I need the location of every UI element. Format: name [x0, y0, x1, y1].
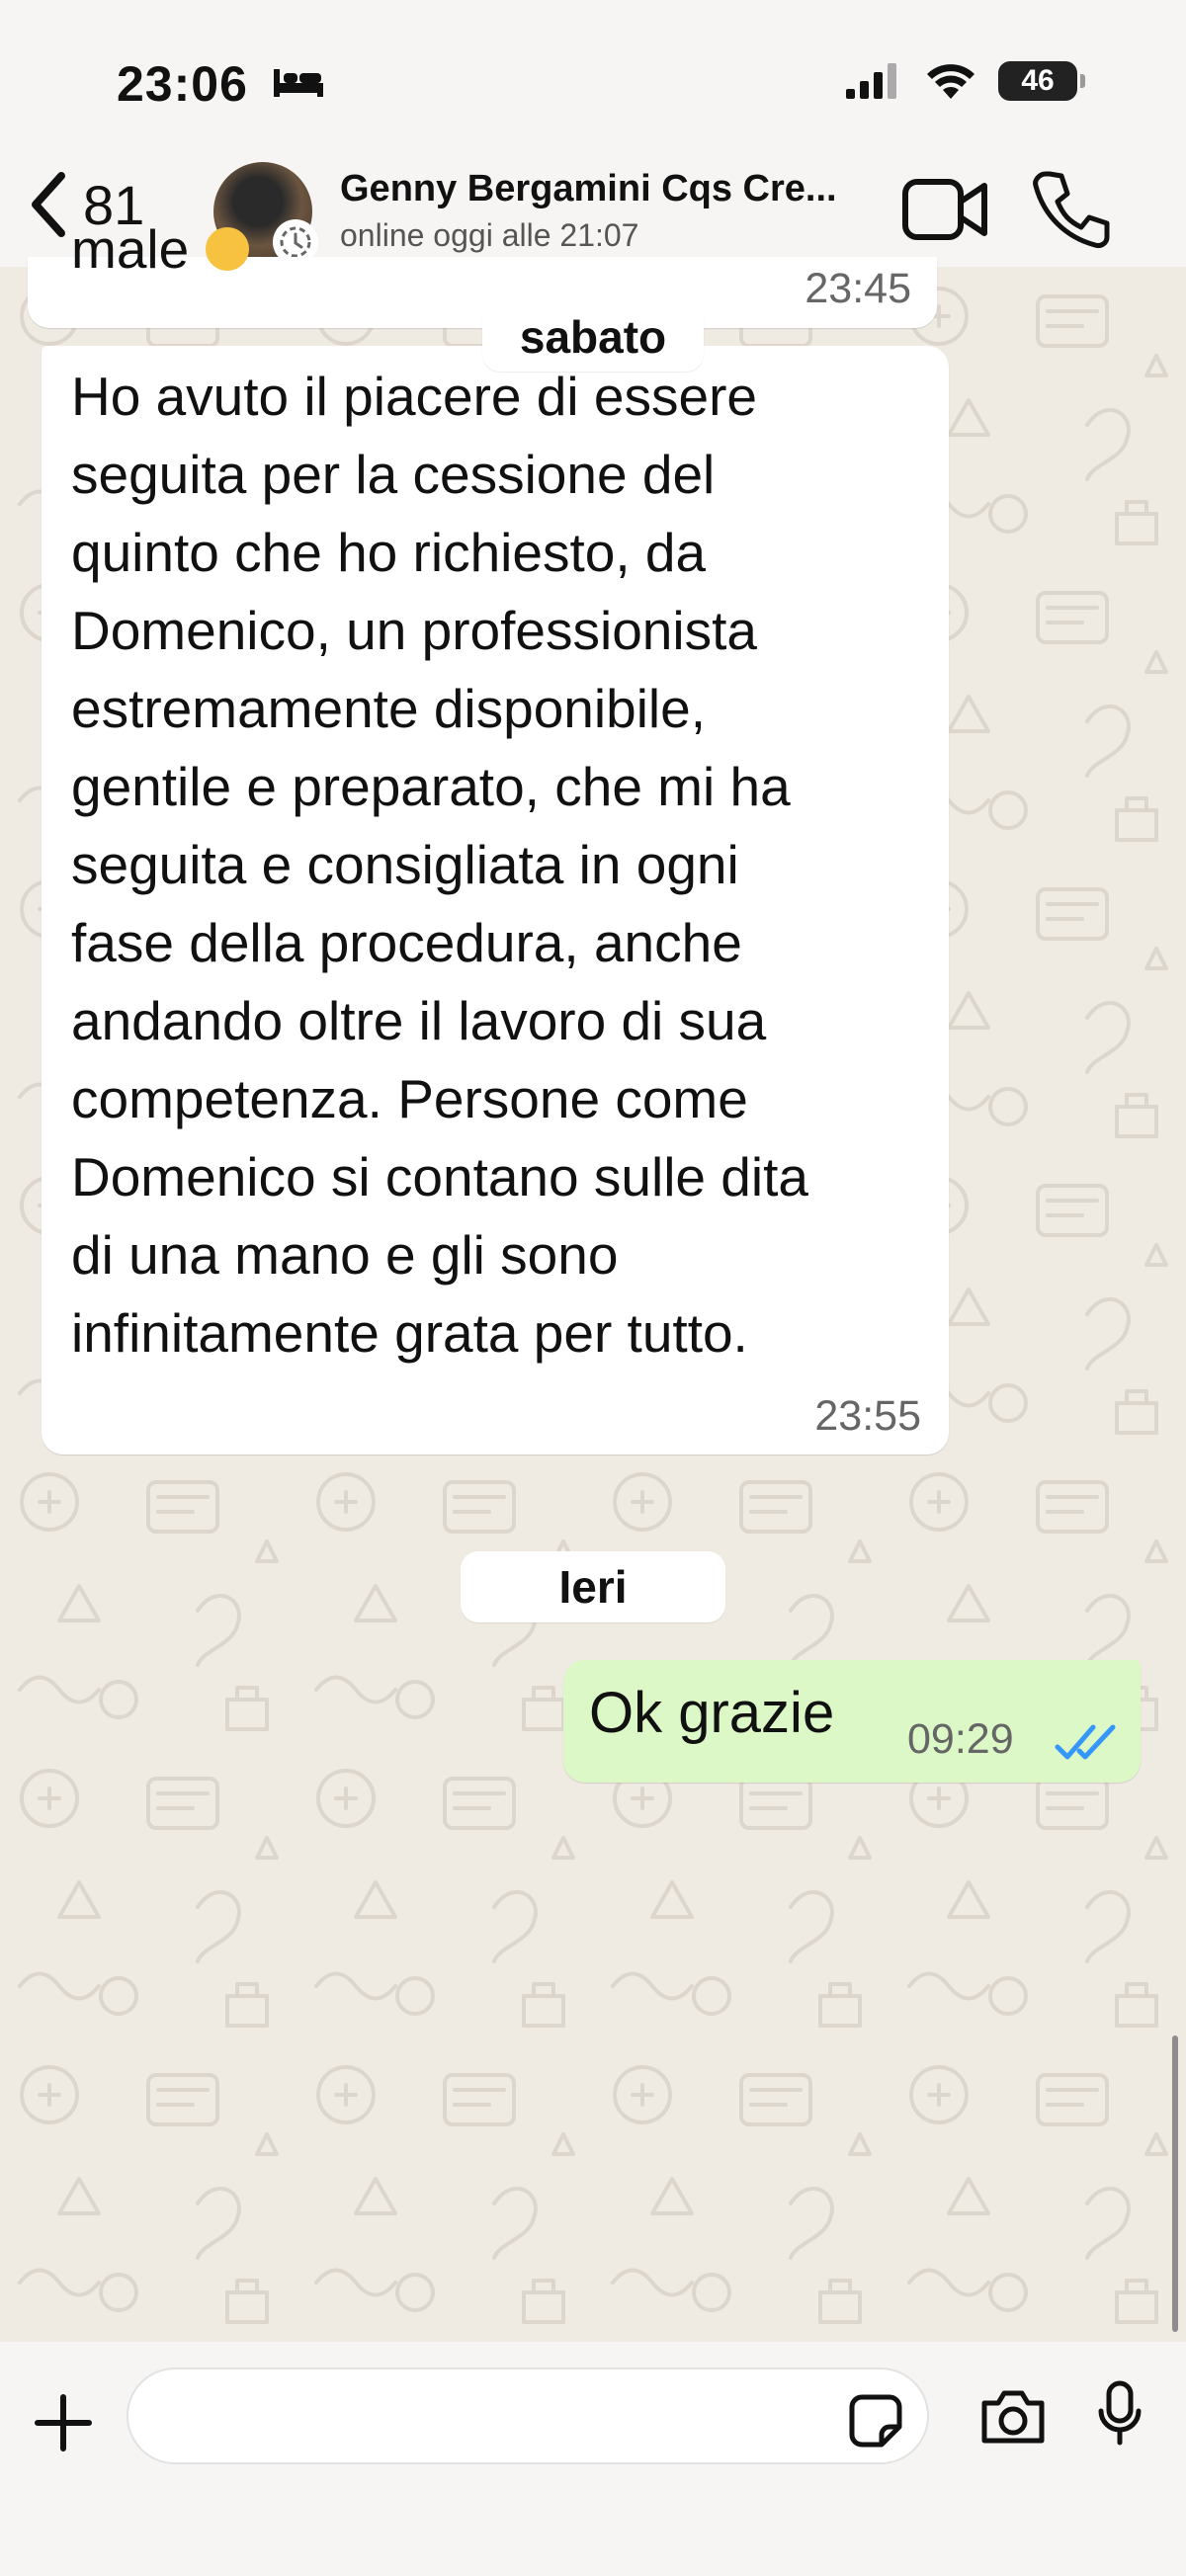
- emoji-icon: [206, 227, 250, 271]
- previous-message-text: male: [71, 218, 190, 280]
- outgoing-message[interactable]: Ok grazie 09:29: [563, 1660, 1141, 1783]
- status-time: 23:06: [117, 56, 248, 112]
- review-line: quinto che ho richiesto, da: [71, 522, 707, 583]
- outgoing-message-time: 09:29: [907, 1715, 1014, 1763]
- review-line: seguita per la cessione del: [71, 444, 716, 505]
- review-line: Domenico, un professionista: [71, 600, 757, 661]
- review-line: competenza. Persone come: [71, 1068, 748, 1129]
- review-line: Ho avuto il piacere di essere: [71, 366, 757, 427]
- plus-icon: [35, 2394, 92, 2451]
- review-line: estremamente disponibile,: [71, 678, 707, 739]
- review-line: seguita e consigliata in ogni: [71, 834, 739, 895]
- scrollbar[interactable]: [1172, 2036, 1178, 2332]
- bed-icon: [272, 65, 325, 104]
- composer-bar: [0, 2342, 1186, 2576]
- signal-icon: [846, 63, 896, 99]
- review-message-time: 23:55: [814, 1392, 921, 1440]
- review-line: infinitamente grata per tutto.: [71, 1302, 748, 1364]
- attach-button[interactable]: [32, 2391, 95, 2459]
- outgoing-message-text: Ok grazie: [589, 1681, 835, 1745]
- camera-button[interactable]: [978, 2387, 1048, 2451]
- previous-message-time: 23:45: [805, 265, 911, 312]
- review-line: fase della procedura, anche: [71, 912, 742, 973]
- sticker-icon: [849, 2394, 902, 2448]
- contact-status: online oggi alle 21:07: [340, 217, 639, 253]
- voice-call-button[interactable]: [1030, 168, 1113, 256]
- review-message[interactable]: Ho avuto il piacere di essere seguita pe…: [42, 346, 949, 1454]
- sticker-button[interactable]: [848, 2393, 903, 2453]
- video-call-button[interactable]: [901, 174, 990, 250]
- camera-icon: [981, 2390, 1045, 2444]
- review-line: di una mano e gli sono: [71, 1224, 619, 1286]
- status-indicators: 46: [844, 61, 1085, 101]
- wifi-icon: [927, 64, 974, 99]
- contact-name[interactable]: Genny Bergamini Cqs Cre...: [340, 168, 874, 210]
- review-line: andando oltre il lavoro di sua: [71, 990, 767, 1051]
- review-line: Domenico si contano sulle dita: [71, 1146, 808, 1207]
- video-call-icon: [902, 179, 987, 240]
- date-separator: sabato: [482, 302, 704, 372]
- review-message-text: Ho avuto il piacere di essere seguita pe…: [71, 358, 808, 1372]
- phone-icon: [1033, 171, 1110, 248]
- back-chevron-icon: [32, 172, 65, 237]
- microphone-icon: [1098, 2380, 1142, 2446]
- date-separator: Ieri: [461, 1551, 725, 1622]
- microphone-button[interactable]: [1095, 2379, 1144, 2453]
- message-input[interactable]: [127, 2368, 929, 2464]
- read-ticks-icon: [1055, 1724, 1116, 1760]
- battery-level: 46: [1021, 64, 1055, 97]
- status-bar: 23:06 46: [0, 0, 1186, 168]
- battery-icon: 46: [998, 61, 1085, 101]
- review-line: gentile e preparato, che mi ha: [71, 756, 791, 817]
